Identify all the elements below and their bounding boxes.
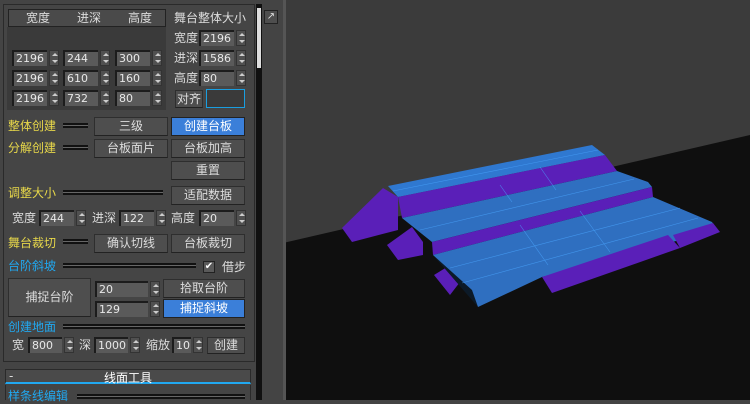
ground-depth-input[interactable]: 1000	[94, 337, 128, 353]
resize-label: 调整大小	[8, 186, 57, 200]
divider	[63, 145, 88, 150]
rollout-title: 线面工具	[104, 371, 153, 385]
stage-width-input[interactable]: 2196	[199, 30, 234, 46]
stage-depth-input[interactable]: 1586	[199, 50, 234, 66]
table-cell-spinner[interactable]	[100, 70, 110, 86]
steps-slope-label: 台阶斜坡	[8, 259, 57, 273]
create-ground-label: 创建地面	[8, 320, 57, 334]
rollout-header[interactable]: - 线面工具	[5, 369, 251, 385]
board-raise-button[interactable]: 台板加高	[171, 139, 245, 158]
reset-button[interactable]: 重置	[171, 161, 245, 180]
divider	[63, 190, 163, 195]
table-cell-input[interactable]: 2196	[12, 50, 47, 66]
header-depth: 进深	[77, 11, 102, 25]
borrow-checkbox[interactable]: ✔	[203, 261, 215, 273]
ground-depth-label: 深	[79, 338, 92, 352]
header-width: 宽度	[26, 11, 51, 25]
resize-depth-input[interactable]: 122	[119, 210, 154, 226]
spline-edit-label: 样条线编辑	[8, 389, 69, 403]
split-create-label: 分解创建	[8, 141, 57, 155]
table-cell-input[interactable]: 2196	[12, 90, 47, 106]
table-cell-input[interactable]: 2196	[12, 70, 47, 86]
level-button[interactable]: 三级	[94, 117, 168, 136]
borrow-label: 借步	[222, 260, 247, 274]
table-cell-input[interactable]: 160	[115, 70, 150, 86]
header-height: 高度	[128, 11, 153, 25]
stage-depth-spinner[interactable]	[236, 50, 246, 66]
resize-width-input[interactable]: 244	[39, 210, 74, 226]
table-cell-input[interactable]: 300	[115, 50, 150, 66]
table-cell-spinner[interactable]	[49, 90, 59, 106]
capture-step-button[interactable]: 捕捉台阶	[8, 278, 91, 317]
ground-scale-input[interactable]: 10	[172, 337, 191, 353]
board-face-button[interactable]: 台板面片	[94, 139, 168, 158]
ground-width-label: 宽	[12, 338, 25, 352]
stage-width-label: 宽度	[174, 31, 199, 45]
viewport-border	[283, 0, 286, 400]
divider	[63, 263, 196, 268]
stage-height-label: 高度	[174, 71, 199, 85]
table-cell-spinner[interactable]	[152, 70, 162, 86]
step-value-1-spinner[interactable]	[150, 281, 160, 297]
capture-slope-button[interactable]: 捕捉斜坡	[163, 299, 245, 318]
scrollbar-thumb[interactable]	[257, 8, 261, 68]
table-cell-spinner[interactable]	[100, 90, 110, 106]
ground-scale-spinner[interactable]	[193, 337, 203, 353]
table-cell-input[interactable]: 244	[63, 50, 98, 66]
confirm-cut-button[interactable]: 确认切线	[94, 234, 168, 253]
stage-height-spinner[interactable]	[236, 70, 246, 86]
stage-width-spinner[interactable]	[236, 30, 246, 46]
rollout-toggle[interactable]: -	[9, 369, 13, 383]
divider	[63, 324, 245, 329]
expand-arrow-icon[interactable]: ↗	[264, 10, 278, 24]
step-value-1-input[interactable]: 20	[95, 281, 148, 297]
table-cell-input[interactable]: 610	[63, 70, 98, 86]
resize-depth-spinner[interactable]	[156, 210, 166, 226]
resize-width-spinner[interactable]	[76, 210, 86, 226]
divider	[63, 239, 88, 244]
viewport-3d[interactable]	[283, 0, 750, 400]
table-cell-spinner[interactable]	[49, 50, 59, 66]
divider	[77, 394, 245, 399]
table-cell-spinner[interactable]	[49, 70, 59, 86]
ground-create-button[interactable]: 创建	[207, 337, 245, 354]
create-board-button[interactable]: 创建台板	[171, 117, 245, 136]
fit-data-button[interactable]: 适配数据	[171, 186, 245, 205]
divider	[63, 123, 88, 128]
step-value-2-input[interactable]: 129	[95, 301, 148, 317]
resize-depth-label: 进深	[92, 211, 117, 225]
whole-create-label: 整体创建	[8, 119, 57, 133]
pick-step-button[interactable]: 拾取台阶	[163, 279, 245, 298]
table-cell-spinner[interactable]	[152, 50, 162, 66]
table-cell-input[interactable]: 80	[115, 90, 150, 106]
ground-width-spinner[interactable]	[64, 337, 74, 353]
resize-height-input[interactable]: 20	[199, 210, 234, 226]
stage-cut-label: 舞台裁切	[8, 236, 57, 250]
ground-depth-spinner[interactable]	[130, 337, 140, 353]
ground-scale-label: 缩放	[146, 338, 171, 352]
step-value-2-spinner[interactable]	[150, 301, 160, 317]
resize-width-label: 宽度	[12, 211, 37, 225]
board-cut-button[interactable]: 台板裁切	[171, 234, 245, 253]
stage-size-title: 舞台整体大小	[174, 11, 247, 25]
align-color-swatch[interactable]	[206, 89, 245, 108]
table-cell-input[interactable]: 732	[63, 90, 98, 106]
stage-depth-label: 进深	[174, 51, 199, 65]
align-button[interactable]: 对齐	[175, 90, 203, 108]
ground-width-input[interactable]: 800	[28, 337, 62, 353]
resize-height-spinner[interactable]	[236, 210, 246, 226]
resize-height-label: 高度	[171, 211, 196, 225]
table-cell-spinner[interactable]	[152, 90, 162, 106]
stage-height-input[interactable]: 80	[199, 70, 234, 86]
table-cell-spinner[interactable]	[100, 50, 110, 66]
